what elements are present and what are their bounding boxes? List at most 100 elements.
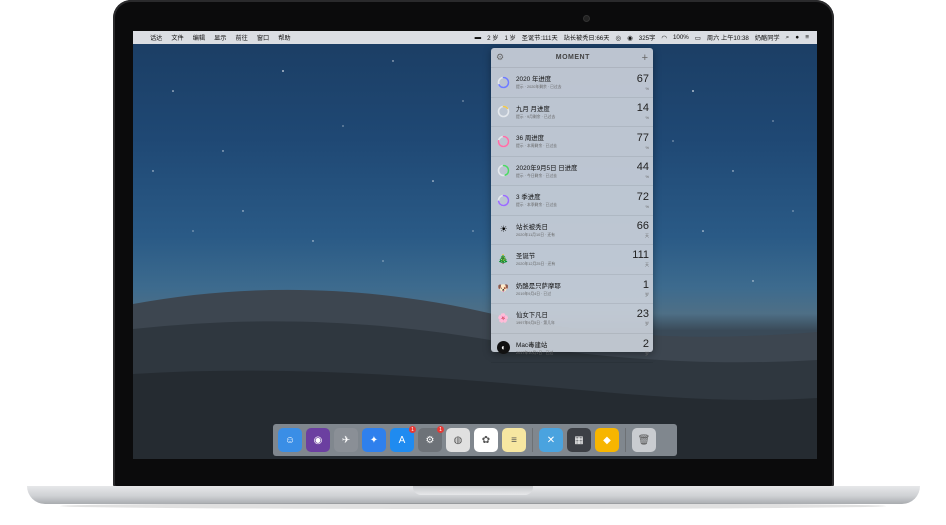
dock-glyph: ◆ [603,434,611,446]
add-event-button[interactable]: + [642,52,648,64]
dock-glyph: ≡ [511,434,517,446]
event-subtitle: 提示 · 今日剩余 · 已过去 [516,173,557,178]
dock-glyph: ☺ [284,434,296,446]
eye-icon[interactable]: ◉ [627,34,633,42]
menu-item-go[interactable]: 前往 [236,33,248,42]
siri-menu-icon[interactable]: ● [795,34,799,41]
progress-ring-icon [497,135,510,148]
moment-menu-icon[interactable]: ◎ [615,34,621,42]
event-unit: % [645,115,649,121]
event-title: 仙女下凡日 [516,312,548,320]
dock-glyph: ▦ [574,434,584,446]
camera-icon [584,16,589,21]
event-row[interactable]: 2020 年进度 提示 · 2020年剩余 · 已过去 67 % [491,68,653,98]
screen-app-icon[interactable]: ▦ [567,428,591,452]
event-subtitle: 2019年9月4日 · 已过 [516,291,552,296]
event-number: 66 [636,219,649,232]
safari-icon[interactable]: ✦ [362,428,386,452]
event-number: 14 [636,102,649,115]
event-row[interactable]: 🐶 奶酪是只萨摩耶 2019年9月4日 · 已过 1 岁 [491,275,653,304]
event-title: Mac毒建站 [516,341,548,349]
panel-header: ⚙ MOMENT + [491,48,653,68]
event-unit: % [645,203,649,209]
status-age-1[interactable]: 2 岁 [487,33,498,42]
event-row[interactable]: 3 季进度 提示 · 本季剩余 · 已过去 72 % [491,186,653,216]
settings-gear-icon[interactable]: ⚙ [496,52,504,63]
event-number: 67 [636,72,649,85]
chrome-icon[interactable]: ◍ [446,428,470,452]
event-title: 2020 年进度 [516,76,552,84]
battery-icon[interactable]: ▭ [695,34,701,42]
event-number: 23 [636,308,649,321]
notification-badge: 1 [409,426,416,433]
dock-glyph: ◉ [313,434,323,446]
clock[interactable]: 周六 上午10:38 [707,33,749,42]
event-row[interactable]: 36 周进度 提示 · 本周剩余 · 已过去 77 % [491,127,653,157]
site-logo-icon: ◐ [497,341,510,355]
system-preferences-icon[interactable]: ⚙ 1 [418,426,444,452]
event-unit: 天 [645,262,649,268]
notes-icon[interactable]: ≡ [502,428,526,452]
menu-item-view[interactable]: 显示 [214,33,226,42]
event-title: 圣诞节 [516,253,536,261]
event-value: 23 岁 [619,309,649,327]
event-text: 3 季进度 提示 · 本季剩余 · 已过去 [516,192,619,208]
event-row[interactable]: 2020年9月5日 日进度 提示 · 今日剩余 · 已过去 44 % [491,157,653,186]
event-list: 2020 年进度 提示 · 2020年剩余 · 已过去 67 % 九月 月进度 … [491,68,653,363]
sketch-icon[interactable]: ◆ [595,428,619,452]
app-store-icon[interactable]: A1 [390,426,416,452]
panel-title: MOMENT [555,54,590,61]
status-christmas[interactable]: 圣诞节:111天 [522,33,558,42]
xcode-icon[interactable]: ✕ [539,428,563,452]
status-word-count[interactable]: 325字 [639,33,656,42]
event-value: 77 % [619,132,649,150]
event-row[interactable]: 九月 月进度 提示 · 9月剩余 · 已过去 14 % [491,98,653,127]
moment-widget-panel: ⚙ MOMENT + 2020 年进度 提示 · 2020年剩余 · 已过去 6… [491,48,653,363]
event-row[interactable]: 🎄 圣诞节 2020年12月25日 · 还有 111 天 [491,245,653,275]
event-text: 2020年9月5日 日进度 提示 · 今日剩余 · 已过去 [516,163,619,179]
event-row[interactable]: 🌸 仙女下凡日 1997年9月5日 · 第几年 23 岁 [491,304,653,334]
finder-icon[interactable]: ☺ [278,428,302,452]
event-title: 2020年9月5日 日进度 [516,164,578,172]
laptop-mockup: 话达 文件 编辑 显示 前往 窗口 帮助 ▬ 2 岁 1 岁 圣诞节:111天 … [0,0,946,525]
status-countdown[interactable]: 站长被秃日:66天 [564,33,610,42]
status-icon[interactable]: ▬ [475,34,482,41]
event-unit: % [645,85,649,91]
event-emoji-icon: 🌸 [497,312,510,323]
menu-item-window[interactable]: 窗口 [257,33,269,42]
event-row[interactable]: ☀ 站长被秃日 2020年11月10日 · 还有 66 天 [491,216,653,245]
event-unit: 岁 [645,291,649,297]
dock-separator [532,428,533,452]
wifi-icon[interactable]: ◠ [661,34,667,42]
menu-item-help[interactable]: 帮助 [278,33,290,42]
event-value: 67 % [619,72,649,91]
menu-item-file[interactable]: 文件 [171,33,183,42]
event-value: 44 % [619,162,649,180]
search-icon[interactable]: ⌕ [786,34,790,42]
progress-ring-icon [497,76,510,89]
event-value: 2 岁 [619,338,649,357]
event-row[interactable]: ◐ Mac毒建站 2017年10月1日 · 已过 2 岁 [491,334,653,363]
event-unit: % [645,174,649,180]
event-text: Mac毒建站 2017年10月1日 · 已过 [516,340,619,356]
progress-ring-icon [497,105,510,118]
moment-icon[interactable]: ✿ [474,428,498,452]
event-emoji-icon: 🐶 [497,283,510,294]
event-emoji-icon: 🎄 [497,253,510,264]
event-subtitle: 2020年12月25日 · 还有 [516,262,556,267]
trash-icon[interactable]: 🗑 [632,428,656,452]
siri-icon[interactable]: ◉ [306,428,330,452]
event-title: 九月 月进度 [516,105,550,113]
event-number: 72 [636,190,649,203]
event-subtitle: 提示 · 9月剩余 · 已过去 [516,114,556,119]
launchpad-icon[interactable]: ✈ [334,428,358,452]
user-name[interactable]: 奶酪同学 [755,33,780,42]
menu-item-edit[interactable]: 编辑 [193,33,205,42]
battery-percent[interactable]: 100% [673,34,689,41]
dock-glyph: ✿ [481,434,491,446]
notification-center-icon[interactable]: ≡ [805,34,809,41]
menu-item-app[interactable]: 话达 [150,33,162,42]
event-subtitle: 提示 · 本周剩余 · 已过去 [516,144,557,149]
laptop-shadow [60,503,886,509]
status-age-2[interactable]: 1 岁 [504,33,515,42]
